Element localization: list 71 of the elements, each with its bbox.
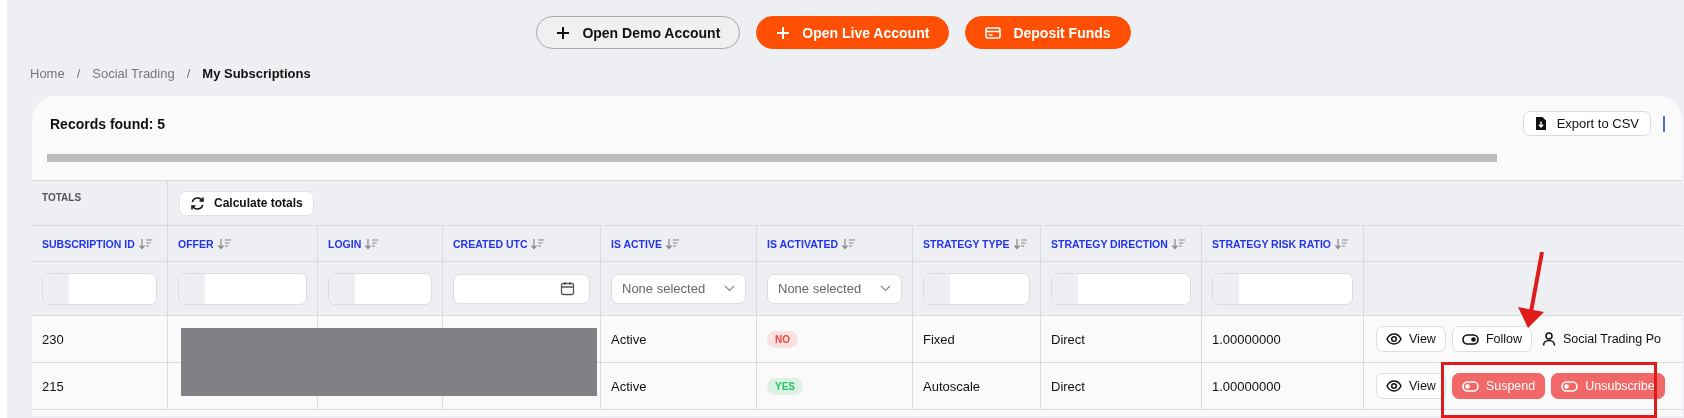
- sort-icon: [217, 237, 231, 250]
- eye-icon: [1386, 333, 1402, 345]
- filter-field[interactable]: [1051, 272, 1191, 305]
- breadcrumb-separator: /: [186, 65, 191, 81]
- file-download-icon: [1534, 116, 1547, 131]
- filter-field[interactable]: [328, 272, 432, 305]
- column-header[interactable]: LOGIN: [318, 226, 443, 262]
- column-header[interactable]: STRATEGY TYPE: [913, 226, 1041, 262]
- records-count: Records found: 5: [50, 115, 166, 132]
- table-cell: 1.00000000: [1202, 316, 1364, 363]
- sort-icon: [665, 237, 679, 250]
- chevron-down-icon: [880, 285, 891, 292]
- table-cell: Active: [601, 363, 757, 410]
- calculate-totals-button[interactable]: Calculate totals: [179, 190, 314, 216]
- breadcrumb-separator: /: [76, 65, 81, 81]
- table-cell: Direct: [1041, 363, 1202, 410]
- view-button[interactable]: View: [1376, 373, 1446, 399]
- totals-label: TOTALS: [32, 181, 168, 226]
- table-cell: Fixed: [913, 316, 1041, 363]
- scrollbar-thumb[interactable]: [47, 154, 1497, 162]
- sort-icon: [1335, 237, 1348, 250]
- table-cell: 230: [32, 316, 168, 363]
- table-cell: Active: [601, 316, 757, 363]
- table-cell: Autoscale: [913, 363, 1041, 410]
- sort-icon: [1013, 237, 1027, 250]
- refresh-icon: [190, 195, 205, 211]
- portal-link[interactable]: Social Trading Po: [1538, 326, 1665, 352]
- column-header[interactable]: SUBSCRIPTION ID: [32, 226, 168, 262]
- plus-icon: [556, 25, 571, 40]
- toggle-icon: [1461, 380, 1479, 392]
- table-cell: Direct: [1041, 316, 1202, 363]
- breadcrumb-link[interactable]: Home: [30, 65, 65, 81]
- header-button[interactable]: Open Demo Account: [536, 16, 741, 49]
- sort-icon: [531, 237, 545, 250]
- breadcrumb-link[interactable]: Social Trading: [92, 65, 175, 81]
- toggle-icon: [1561, 380, 1579, 392]
- column-header[interactable]: CREATED UTC: [443, 226, 601, 262]
- table-cell: 1.00000000: [1202, 363, 1364, 410]
- status-badge: NO: [767, 330, 798, 348]
- calendar-icon: [560, 281, 575, 296]
- sort-icon: [138, 237, 152, 250]
- column-header[interactable]: IS ACTIVATED: [757, 226, 913, 262]
- filter-field[interactable]: [923, 272, 1030, 305]
- select-filter[interactable]: None selected: [767, 273, 902, 304]
- person-icon: [1542, 332, 1556, 346]
- column-header[interactable]: IS ACTIVE: [601, 226, 757, 262]
- breadcrumb-link[interactable]: My Subscriptions: [202, 65, 311, 81]
- follow-button[interactable]: Follow: [1451, 326, 1532, 352]
- sort-icon: [842, 237, 855, 250]
- header-button[interactable]: Open Live Account: [756, 16, 950, 49]
- column-header[interactable]: STRATEGY DIRECTION: [1041, 226, 1202, 262]
- status-badge: YES: [767, 377, 803, 395]
- plus-icon: [776, 25, 791, 40]
- text-cursor: [1663, 115, 1665, 132]
- column-header[interactable]: OFFER: [168, 226, 318, 262]
- select-filter[interactable]: None selected: [611, 273, 746, 304]
- view-button[interactable]: View: [1376, 326, 1446, 352]
- filter-field[interactable]: [42, 272, 157, 305]
- chevron-down-icon: [724, 285, 735, 292]
- toggle-icon: [1461, 333, 1479, 345]
- card-icon: [985, 26, 1002, 39]
- sort-icon: [365, 237, 379, 250]
- column-header[interactable]: STRATEGY RISK RATIO: [1202, 226, 1364, 262]
- date-filter-field[interactable]: [453, 273, 590, 304]
- filter-field[interactable]: [1212, 272, 1353, 305]
- sort-icon: [1171, 237, 1185, 250]
- export-csv-button[interactable]: Export to CSV: [1522, 111, 1651, 136]
- header-button[interactable]: Deposit Funds: [965, 16, 1131, 49]
- table-cell: 215: [32, 363, 168, 410]
- filter-field[interactable]: [178, 272, 307, 305]
- eye-icon: [1386, 380, 1402, 392]
